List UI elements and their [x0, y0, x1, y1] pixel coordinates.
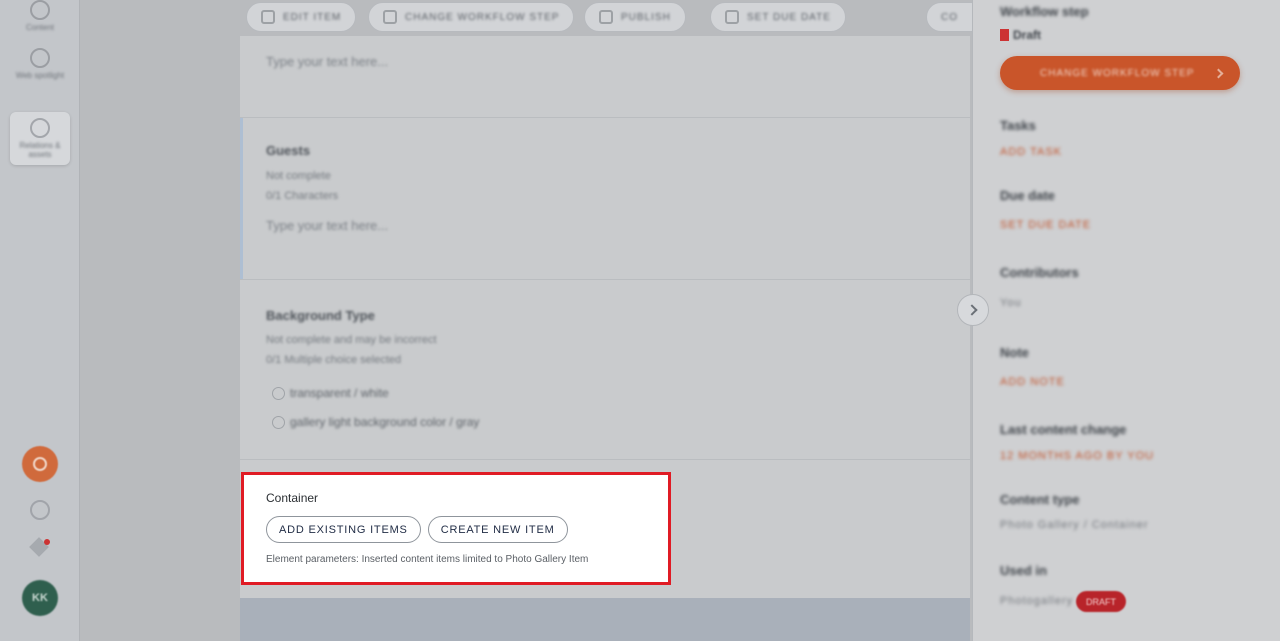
due-date-title: Due date — [1000, 188, 1055, 203]
note-title: Note — [1000, 345, 1029, 360]
rail-item-label: Content — [25, 23, 55, 32]
section-count: 0/1 Multiple choice selected — [266, 354, 402, 366]
notification-dot — [44, 539, 50, 545]
rail-item-label: Relations & assets — [19, 141, 61, 159]
used-in-title: Used in — [1000, 563, 1047, 578]
plus-icon — [33, 457, 47, 471]
section-count: 0/1 Characters — [266, 190, 339, 202]
content-type-value: Photo Gallery / Container — [1000, 519, 1149, 531]
pill-label: CHANGE WORKFLOW STEP — [405, 11, 560, 23]
change-workflow-button[interactable]: CHANGE WORKFLOW STEP — [1000, 56, 1240, 90]
quick-create-button[interactable] — [22, 446, 58, 482]
workflow-status-marker — [1000, 29, 1009, 41]
used-in-link[interactable]: Photogallery — [1000, 595, 1073, 607]
rail-item-web-spotlight[interactable]: Web spotlight — [10, 48, 70, 80]
calendar-icon — [725, 10, 739, 24]
radio-option[interactable] — [272, 416, 285, 429]
set-due-date-pill[interactable]: SET DUE DATE — [710, 2, 846, 32]
pill-label: CO — [941, 11, 958, 23]
section-status: Not complete — [266, 170, 331, 182]
globe-icon — [30, 48, 50, 68]
edit-icon — [261, 10, 275, 24]
container-actions: ADD EXISTING ITEMS CREATE NEW ITEM — [266, 516, 568, 543]
edit-item-pill[interactable]: EDIT ITEM — [246, 2, 357, 32]
tasks-title: Tasks — [1000, 118, 1036, 133]
change-workflow-label: CHANGE WORKFLOW STEP — [1040, 67, 1195, 79]
publish-icon — [599, 10, 613, 24]
change-workflow-pill[interactable]: CHANGE WORKFLOW STEP — [368, 2, 575, 32]
add-note-link[interactable]: ADD NOTE — [1000, 376, 1065, 388]
left-rail: Content Web spotlight Relations & assets… — [0, 0, 80, 641]
editor-footer-area — [240, 598, 970, 641]
document-icon — [30, 0, 50, 20]
radio-option[interactable] — [272, 387, 285, 400]
container-label: Container — [266, 491, 319, 505]
container-element: Container ADD EXISTING ITEMS CREATE NEW … — [241, 472, 671, 585]
contributors-title: Contributors — [1000, 265, 1079, 280]
item-toolbar: EDIT ITEM CHANGE WORKFLOW STEP PUBLISH S… — [240, 0, 986, 36]
section-title: Guests — [266, 143, 311, 158]
text-placeholder[interactable]: Type your text here... — [266, 218, 388, 233]
settings-icon[interactable] — [30, 500, 50, 520]
item-details-sidebar: Workflow step Draft CHANGE WORKFLOW STEP… — [972, 0, 1280, 641]
workflow-status: Draft — [1013, 28, 1042, 42]
pill-label: SET DUE DATE — [747, 11, 831, 23]
last-change-title: Last content change — [1000, 422, 1127, 437]
radio-label: transparent / white — [290, 386, 389, 400]
guests-section[interactable]: Guests Not complete 0/1 Characters Type … — [240, 118, 970, 280]
text-element-section[interactable]: Type your text here... — [240, 36, 970, 118]
collapse-sidebar-button[interactable] — [957, 294, 989, 326]
content-type-title: Content type — [1000, 492, 1080, 507]
avatar[interactable]: KK — [22, 580, 58, 616]
text-placeholder[interactable]: Type your text here... — [266, 54, 388, 69]
add-task-link[interactable]: ADD TASK — [1000, 146, 1062, 158]
rail-item-relations[interactable]: Relations & assets — [10, 112, 70, 165]
status-badge: DRAFT — [1076, 591, 1126, 612]
chevron-right-icon — [1213, 68, 1224, 78]
add-existing-items-button[interactable]: ADD EXISTING ITEMS — [266, 516, 421, 543]
pill-label: PUBLISH — [621, 11, 671, 23]
set-due-date-link[interactable]: SET DUE DATE — [1000, 219, 1091, 231]
workflow-step-title: Workflow step — [1000, 4, 1089, 19]
workflow-icon — [383, 10, 397, 24]
globe-icon — [30, 118, 50, 138]
radio-label: gallery light background color / gray — [290, 415, 480, 429]
section-status: Not complete and may be incorrect — [266, 334, 437, 346]
element-parameters-text: Element parameters: Inserted content ite… — [266, 554, 589, 565]
background-type-section[interactable]: Background Type Not complete and may be … — [240, 280, 970, 460]
rail-item-content[interactable]: Content — [10, 0, 70, 32]
pill-label: EDIT ITEM — [283, 11, 342, 23]
publish-pill[interactable]: PUBLISH — [584, 2, 686, 32]
section-title: Background Type — [266, 308, 375, 323]
chevron-right-icon — [965, 304, 978, 316]
create-new-item-button[interactable]: CREATE NEW ITEM — [427, 516, 568, 543]
contributors-value: You — [1000, 297, 1022, 309]
rail-item-label: Web spotlight — [15, 71, 65, 80]
last-change-link[interactable]: 12 MONTHS AGO BY YOU — [1000, 450, 1154, 462]
